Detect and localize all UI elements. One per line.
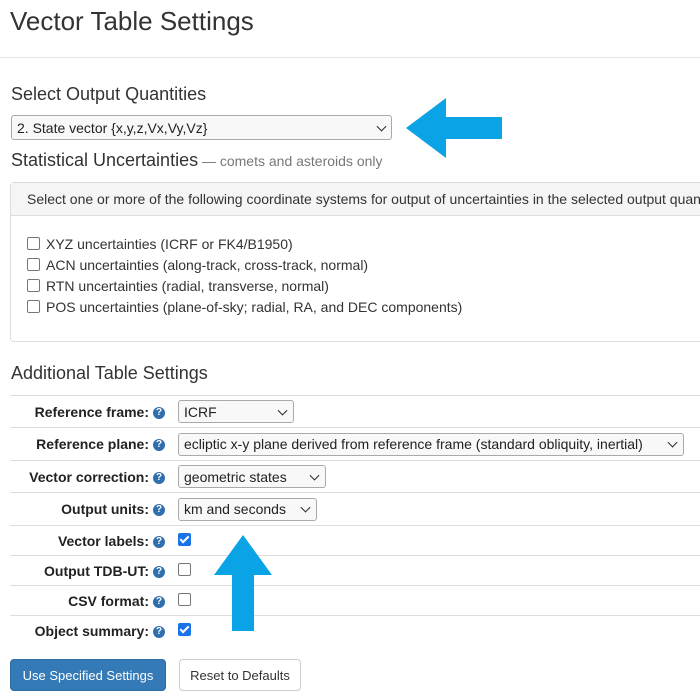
unc-option-pos[interactable]: POS uncertainties (plane-of-sky; radial,… — [27, 296, 462, 317]
vector-correction-label-cell: Vector correction:? — [10, 460, 173, 493]
unc-pos-label: POS uncertainties (plane-of-sky; radial,… — [46, 298, 463, 315]
uncertainties-note: — comets and asteroids only — [201, 153, 383, 169]
unc-rtn-label: RTN uncertainties (radial, transverse, n… — [46, 277, 329, 294]
unc-xyz-checkbox[interactable] — [27, 237, 40, 250]
row-csv-format: CSV format:? — [10, 585, 700, 616]
arrow-up-icon — [214, 535, 272, 631]
reference-plane-select[interactable]: ecliptic x-y plane derived from referenc… — [178, 432, 684, 456]
reference-plane-value-cell: ecliptic x-y plane derived from referenc… — [173, 427, 700, 461]
reference-frame-value: ICRF — [184, 403, 217, 420]
use-specified-settings-button[interactable]: Use Specified Settings — [10, 659, 166, 691]
vector-labels-label: Vector labels: — [57, 532, 149, 549]
output-quantities-heading: Select Output Quantities — [11, 84, 207, 104]
output-units-label-cell: Output units:? — [10, 492, 173, 526]
help-icon[interactable]: ? — [153, 535, 165, 548]
help-icon[interactable]: ? — [153, 471, 165, 484]
chevron-down-icon — [376, 121, 387, 132]
row-reference-frame: Reference frame:? ICRF — [10, 395, 700, 428]
row-object-summary: Object summary:? — [10, 616, 700, 646]
row-output-tdb-ut: Output TDB-UT:? — [10, 555, 700, 586]
reset-to-defaults-button[interactable]: Reset to Defaults — [179, 659, 301, 691]
uncertainties-panel: Select one or more of the following coor… — [10, 182, 700, 342]
help-icon[interactable]: ? — [153, 595, 165, 608]
vector-labels-label-cell: Vector labels:? — [10, 525, 173, 556]
row-vector-correction: Vector correction:? geometric states — [10, 460, 700, 493]
unc-acn-label: ACN uncertainties (along-track, cross-tr… — [46, 256, 369, 273]
output-tdb-ut-checkbox[interactable] — [178, 562, 191, 576]
csv-format-checkbox[interactable] — [178, 592, 191, 606]
title-divider — [0, 57, 700, 58]
vector-correction-select[interactable]: geometric states — [178, 465, 326, 488]
output-quantities-select[interactable]: 2. State vector {x,y,z,Vx,Vy,Vz} — [11, 115, 392, 140]
row-output-units: Output units:? km and seconds — [10, 492, 700, 526]
output-quantities-value: 2. State vector {x,y,z,Vx,Vy,Vz} — [17, 119, 208, 136]
uncertainties-heading: Statistical Uncertainties — [11, 150, 199, 170]
reference-plane-value: ecliptic x-y plane derived from referenc… — [184, 436, 643, 452]
output-units-value: km and seconds — [184, 501, 286, 517]
vector-correction-value-cell: geometric states — [173, 460, 700, 493]
help-icon[interactable]: ? — [153, 439, 165, 452]
additional-settings-heading: Additional Table Settings — [11, 363, 208, 383]
arrow-left-icon — [406, 98, 502, 158]
help-icon[interactable]: ? — [153, 504, 165, 517]
uncertainties-instruction: Select one or more of the following coor… — [11, 183, 700, 216]
reference-frame-label: Reference frame: — [34, 403, 149, 420]
output-units-label: Output units: — [61, 501, 149, 517]
output-tdb-ut-label-cell: Output TDB-UT:? — [10, 555, 173, 586]
unc-option-rtn[interactable]: RTN uncertainties (radial, transverse, n… — [27, 275, 462, 296]
row-vector-labels: Vector labels:? — [10, 525, 700, 556]
vector-correction-value: geometric states — [184, 468, 287, 485]
help-icon[interactable]: ? — [153, 565, 165, 578]
vector-correction-label: Vector correction: — [29, 468, 149, 485]
output-units-value-cell: km and seconds — [173, 492, 700, 526]
page-title: Vector Table Settings — [10, 6, 254, 36]
object-summary-checkbox[interactable] — [178, 622, 191, 636]
unc-option-acn[interactable]: ACN uncertainties (along-track, cross-tr… — [27, 254, 462, 275]
csv-format-label-cell: CSV format:? — [10, 585, 173, 616]
uncertainties-heading-row: Statistical Uncertainties — comets and a… — [11, 150, 383, 171]
unc-rtn-checkbox[interactable] — [27, 279, 40, 292]
unc-acn-checkbox[interactable] — [27, 258, 40, 271]
help-icon[interactable]: ? — [153, 626, 165, 639]
reference-plane-label-cell: Reference plane:? — [10, 427, 173, 461]
reference-frame-value-cell: ICRF — [173, 395, 700, 428]
unc-pos-checkbox[interactable] — [27, 300, 40, 313]
unc-option-xyz[interactable]: XYZ uncertainties (ICRF or FK4/B1950) — [27, 233, 462, 254]
csv-format-label: CSV format: — [68, 592, 149, 609]
chevron-down-icon — [277, 405, 288, 416]
output-units-select[interactable]: km and seconds — [178, 497, 317, 521]
output-tdb-ut-label: Output TDB-UT: — [44, 562, 149, 579]
row-reference-plane: Reference plane:? ecliptic x-y plane der… — [10, 427, 700, 461]
reference-frame-label-cell: Reference frame:? — [10, 395, 173, 428]
chevron-down-icon — [300, 502, 311, 513]
reference-frame-select[interactable]: ICRF — [178, 400, 294, 423]
chevron-down-icon — [667, 437, 678, 448]
chevron-down-icon — [309, 470, 320, 481]
object-summary-label: Object summary: — [34, 622, 149, 639]
settings-table: Reference frame:? ICRF Reference plane:?… — [10, 395, 700, 646]
help-icon[interactable]: ? — [153, 406, 165, 419]
reference-plane-label: Reference plane: — [36, 436, 149, 452]
vector-labels-checkbox[interactable] — [178, 532, 191, 546]
unc-xyz-label: XYZ uncertainties (ICRF or FK4/B1950) — [46, 235, 293, 252]
uncertainties-options: XYZ uncertainties (ICRF or FK4/B1950) AC… — [27, 233, 462, 317]
object-summary-label-cell: Object summary:? — [10, 616, 173, 646]
